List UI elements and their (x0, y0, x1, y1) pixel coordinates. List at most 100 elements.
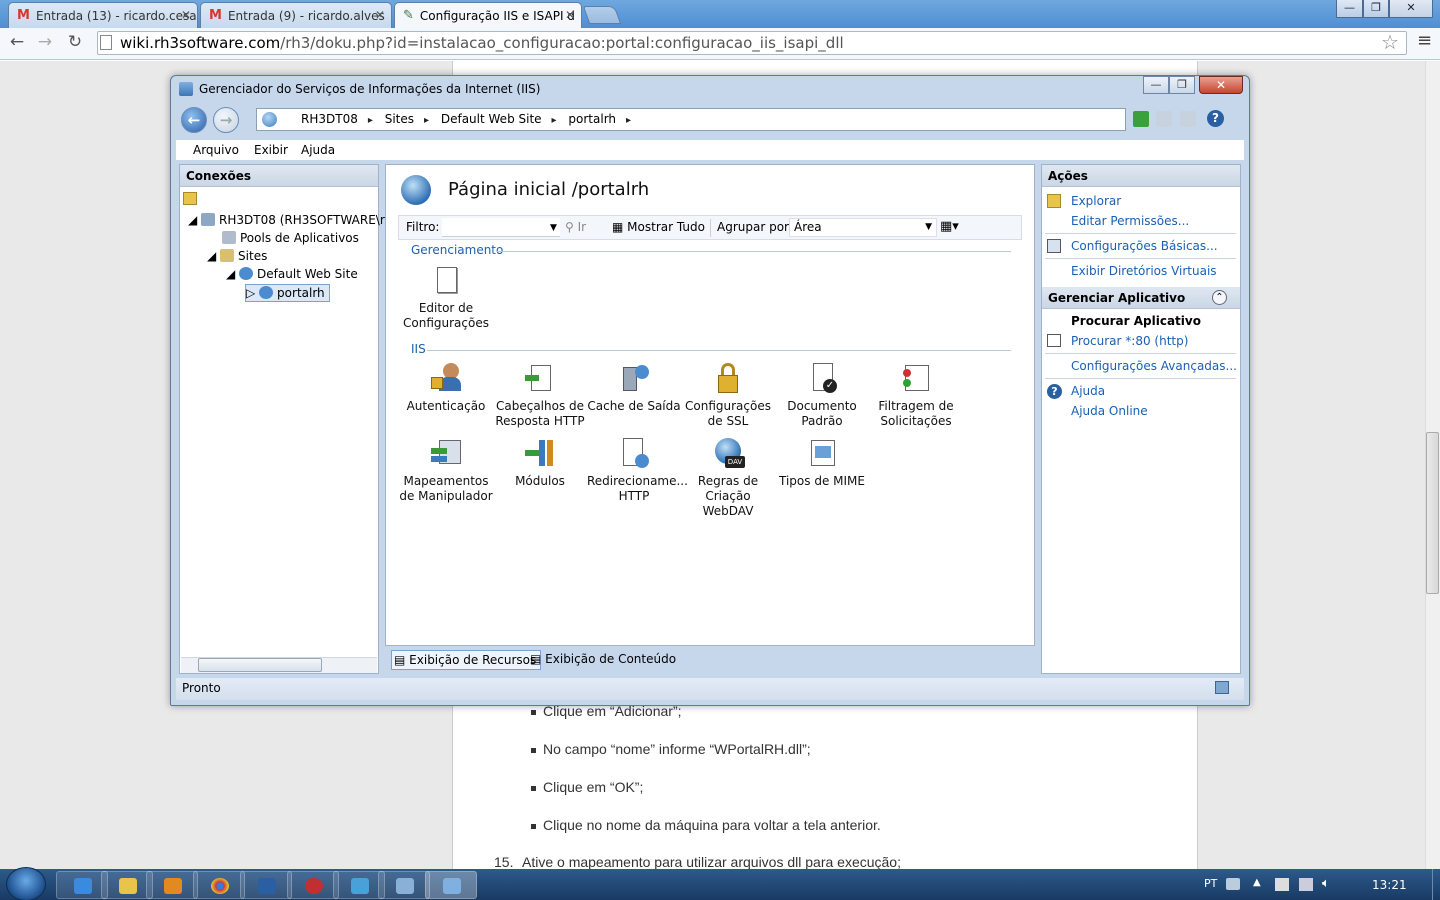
server-icon (201, 213, 216, 226)
url-path: /rh3/doku.php?id=instalacao_configuracao… (280, 34, 844, 52)
start-button[interactable] (6, 867, 46, 900)
explore-icon (1047, 194, 1061, 208)
taskbar-word[interactable] (240, 871, 292, 899)
action-explorar[interactable]: Explorar (1071, 194, 1121, 208)
tab-label: Configuração IIS e ISAPI d (419, 8, 575, 23)
back-arrow-icon[interactable]: ← (181, 107, 207, 133)
volume-icon[interactable]: 🔈︎ (1322, 876, 1330, 891)
breadcrumb-sites[interactable]: Sites (385, 109, 429, 131)
feature-regras-webdav[interactable]: DAV Regras de Criação WebDAV (681, 438, 775, 519)
iis-close-button[interactable]: ✕ (1199, 76, 1243, 94)
help-icon[interactable]: ? (1207, 110, 1224, 127)
action-exibir-diretorios-virtuais[interactable]: Exibir Diretórios Virtuais (1071, 264, 1217, 278)
close-tab-icon[interactable]: ✕ (565, 8, 575, 22)
taskbar-app[interactable] (287, 871, 339, 899)
feature-tipos-mime[interactable]: Tipos de MIME (775, 438, 869, 489)
iis-minimize-button[interactable]: — (1143, 76, 1169, 94)
feature-filtragem-solicitacoes[interactable]: Filtragem de Solicitações (869, 363, 963, 429)
taskbar-media-player[interactable] (146, 871, 198, 899)
show-desktop-button[interactable] (1432, 869, 1440, 900)
view-mode-icon[interactable]: ▦▾ (940, 219, 959, 234)
menu-arquivo[interactable]: Arquivo (193, 143, 239, 157)
menu-exibir[interactable]: Exibir (254, 143, 288, 157)
feature-editor-de-configuracoes[interactable]: Editor de Configurações (399, 265, 493, 331)
taskbar-iis[interactable] (425, 871, 477, 899)
maximize-button[interactable]: ❐ (1363, 0, 1389, 18)
close-window-button[interactable]: ✕ (1389, 0, 1433, 18)
group-divider (497, 251, 1011, 252)
stop-icon[interactable] (1156, 111, 1172, 127)
minimize-button[interactable]: — (1336, 0, 1363, 18)
back-icon[interactable]: ← (6, 31, 28, 53)
menu-ajuda[interactable]: Ajuda (301, 143, 335, 157)
tree-item-server[interactable]: ◢ RH3DT08 (RH3SOFTWARE\ric (188, 213, 395, 227)
url-host: wiki.rh3software.com (120, 34, 281, 52)
feature-configuracoes-ssl[interactable]: Configurações de SSL (681, 363, 775, 429)
tree-item-app-pools[interactable]: Pools de Aplicativos (222, 231, 359, 245)
feature-cache-de-saida[interactable]: Cache de Saída (587, 363, 681, 414)
forward-arrow-icon[interactable]: → (213, 107, 239, 133)
action-editar-permissoes[interactable]: Editar Permissões... (1071, 214, 1189, 228)
reload-icon[interactable]: ↻ (64, 31, 86, 53)
breadcrumb-rh3dt08[interactable]: RH3DT08 (301, 109, 373, 131)
filter-input[interactable] (442, 218, 560, 237)
collapse-icon[interactable]: ⌃ (1212, 290, 1227, 305)
iis-maximize-button[interactable]: ❐ (1169, 76, 1195, 94)
go-label: Ir (577, 220, 587, 234)
refresh-icon[interactable] (1133, 111, 1149, 127)
action-configuracoes-avancadas[interactable]: Configurações Avançadas... (1071, 359, 1237, 373)
remote-desktop-icon (396, 878, 414, 894)
language-indicator[interactable]: PT (1204, 877, 1217, 890)
separator (710, 219, 711, 237)
close-tab-icon[interactable]: ✕ (375, 8, 385, 22)
globe-icon (401, 175, 431, 205)
breadcrumb-portalrh[interactable]: portalrh (568, 109, 631, 131)
feature-modulos[interactable]: Módulos (493, 438, 587, 489)
address-bar[interactable]: wiki.rh3software.com/rh3/doku.php?id=ins… (97, 31, 1407, 55)
filter-label: Filtro: (406, 220, 440, 234)
home-icon[interactable] (1180, 111, 1196, 127)
action-ajuda-online[interactable]: Ajuda Online (1071, 404, 1148, 418)
new-tab-button[interactable] (582, 6, 622, 24)
feature-mapeamentos-manipulador[interactable]: Mapeamentos de Manipulador (399, 438, 493, 504)
action-center-icon[interactable] (1275, 878, 1289, 891)
tab-exibicao-recursos[interactable]: ▤ Exibição de Recursos (391, 650, 542, 670)
scrollbar-thumb[interactable] (198, 658, 322, 672)
tab-exibicao-conteudo[interactable]: ▤ Exibição de Conteúdo (528, 650, 680, 670)
breadcrumb-default-web-site[interactable]: Default Web Site (441, 109, 557, 131)
action-ajuda[interactable]: Ajuda (1071, 384, 1105, 398)
clock[interactable]: 13:21 (1372, 878, 1407, 892)
close-tab-icon[interactable]: ✕ (181, 8, 191, 22)
keyboard-icon[interactable] (1226, 878, 1240, 890)
tree-item-portalrh[interactable]: ▷ portalrh (245, 284, 330, 302)
show-all-button[interactable]: ▦ Mostrar Tudo (612, 220, 705, 234)
separator (1045, 353, 1236, 354)
handler-mappings-icon (431, 438, 461, 470)
show-hidden-icons[interactable]: ▲ (1253, 877, 1261, 888)
scrollbar-thumb[interactable] (1426, 432, 1439, 594)
go-button[interactable]: ⚲ Ir (565, 220, 586, 234)
taskbar-chrome[interactable] (193, 871, 245, 899)
browser-tab-active[interactable]: ✎ Configuração IIS e ISAPI d ✕ (394, 2, 582, 28)
group-by-select[interactable]: Área ▼ (789, 218, 937, 237)
chevron-down-icon[interactable]: ▼ (550, 223, 557, 233)
browser-tab-gmail-2[interactable]: M Entrada (9) - ricardo.alves ✕ (200, 2, 392, 28)
tree-item-sites[interactable]: ◢ Sites (207, 249, 267, 263)
taskbar-remote[interactable] (378, 871, 430, 899)
iis-breadcrumb-bar[interactable]: RH3DT08 Sites Default Web Site portalrh (256, 108, 1126, 131)
action-configuracoes-basicas[interactable]: Configurações Básicas... (1071, 239, 1218, 253)
connect-icon[interactable] (183, 192, 197, 205)
star-icon[interactable]: ☆ (1381, 30, 1399, 54)
status-bar: Pronto (176, 678, 1244, 700)
feature-autenticacao[interactable]: Autenticação (399, 363, 493, 414)
tree-item-default-web-site[interactable]: ◢ Default Web Site (226, 267, 358, 281)
forward-icon[interactable]: → (34, 31, 56, 53)
feature-cabecalhos-http[interactable]: Cabeçalhos de Resposta HTTP (493, 363, 587, 429)
network-icon[interactable] (1299, 878, 1313, 891)
feature-documento-padrao[interactable]: ✓ Documento Padrão (775, 363, 869, 429)
feature-redirecionamento-http[interactable]: Redirecioname... HTTP (587, 438, 688, 504)
browser-tab-gmail-1[interactable]: M Entrada (13) - ricardo.cesa ✕ (8, 2, 198, 28)
menu-icon[interactable]: ≡ (1417, 30, 1432, 51)
page-title: Página inicial /portalrh (448, 179, 650, 200)
action-procurar-80[interactable]: Procurar *:80 (http) (1071, 334, 1188, 348)
